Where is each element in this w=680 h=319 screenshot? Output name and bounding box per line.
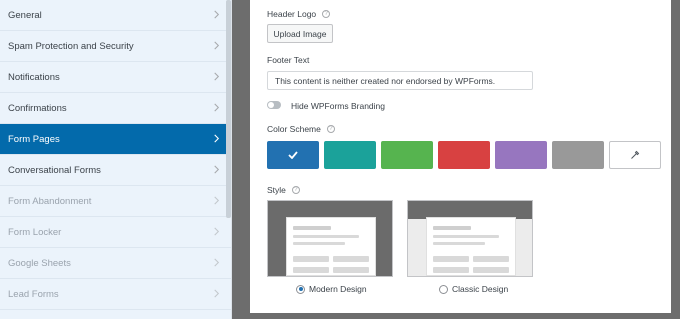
classic-design-option[interactable]: Classic Design: [439, 284, 508, 294]
header-logo-label: Header Logo ?: [267, 9, 331, 19]
sidebar-item-form-locker[interactable]: Form Locker: [0, 217, 231, 248]
modern-design-label: Modern Design: [309, 284, 367, 294]
upload-image-button[interactable]: Upload Image: [267, 24, 333, 43]
eyedropper-icon: [631, 150, 640, 159]
sidebar-item-google-sheets[interactable]: Google Sheets: [0, 248, 231, 279]
chevron-right-icon: [212, 134, 221, 143]
chevron-right-icon: [212, 41, 221, 50]
sidebar-item-label: Form Pages: [8, 133, 60, 145]
radio-button[interactable]: [296, 284, 305, 294]
sidebar-item-label: Notifications: [8, 71, 60, 83]
chevron-right-icon: [212, 258, 221, 267]
modern-design-option[interactable]: Modern Design: [296, 284, 367, 294]
chevron-right-icon: [212, 227, 221, 236]
sidebar-item-label: Form Locker: [8, 226, 62, 238]
sidebar-item-label: Conversational Forms: [8, 164, 101, 176]
sidebar-item-form-pages[interactable]: Form Pages: [0, 124, 231, 155]
hide-branding-label: Hide WPForms Branding: [291, 101, 386, 111]
footer-text-label: Footer Text: [267, 55, 310, 65]
color-swatch-gray[interactable]: [552, 141, 604, 169]
color-swatch-red[interactable]: [438, 141, 490, 169]
sidebar-scrollbar[interactable]: [226, 0, 231, 218]
sidebar-item-confirmations[interactable]: Confirmations: [0, 93, 231, 124]
sidebar-item-label: Spam Protection and Security: [8, 40, 134, 52]
sidebar-item-label: Google Sheets: [8, 257, 71, 269]
sidebar-item-label: Confirmations: [8, 102, 67, 114]
color-swatch-green[interactable]: [381, 141, 433, 169]
chevron-right-icon: [212, 10, 221, 19]
chevron-right-icon: [212, 289, 221, 298]
footer-text-input[interactable]: This content is neither created nor endo…: [267, 71, 533, 90]
settings-sidebar: General Spam Protection and Security Not…: [0, 0, 232, 319]
custom-color-swatch[interactable]: [609, 141, 661, 169]
question-circle-icon[interactable]: ?: [326, 125, 335, 133]
chevron-right-icon: [212, 165, 221, 174]
hide-branding-toggle[interactable]: [267, 101, 281, 109]
style-label: Style ?: [267, 185, 300, 195]
sidebar-item-notifications[interactable]: Notifications: [0, 62, 231, 93]
modern-design-preview[interactable]: [267, 200, 393, 277]
toggle-knob: [268, 102, 274, 108]
classic-design-preview[interactable]: [407, 200, 533, 277]
sidebar-item-label: Lead Forms: [8, 288, 59, 300]
sidebar-item-label: General: [8, 9, 42, 21]
form-preview: [286, 217, 376, 276]
question-circle-icon[interactable]: ?: [291, 186, 300, 194]
chevron-right-icon: [212, 196, 221, 205]
classic-design-label: Classic Design: [452, 284, 509, 294]
color-swatch-blue[interactable]: [267, 141, 319, 169]
check-icon: [267, 141, 319, 169]
sidebar-item-general[interactable]: General: [0, 0, 231, 31]
sidebar-item-lead-forms[interactable]: Lead Forms: [0, 279, 231, 310]
sidebar-item-form-abandonment[interactable]: Form Abandonment: [0, 186, 231, 217]
chevron-right-icon: [212, 72, 221, 81]
sidebar-item-spam-protection[interactable]: Spam Protection and Security: [0, 31, 231, 62]
question-circle-icon[interactable]: ?: [322, 10, 331, 18]
form-pages-settings-panel: Header Logo ? Upload Image Footer Text T…: [250, 0, 671, 313]
color-scheme-label: Color Scheme ?: [267, 124, 335, 134]
color-swatch-purple[interactable]: [495, 141, 547, 169]
radio-button[interactable]: [439, 284, 448, 294]
sidebar-item-conversational-forms[interactable]: Conversational Forms: [0, 155, 231, 186]
form-preview: [426, 217, 516, 276]
color-swatch-teal[interactable]: [324, 141, 376, 169]
chevron-right-icon: [212, 103, 221, 112]
sidebar-item-label: Form Abandonment: [8, 195, 92, 207]
